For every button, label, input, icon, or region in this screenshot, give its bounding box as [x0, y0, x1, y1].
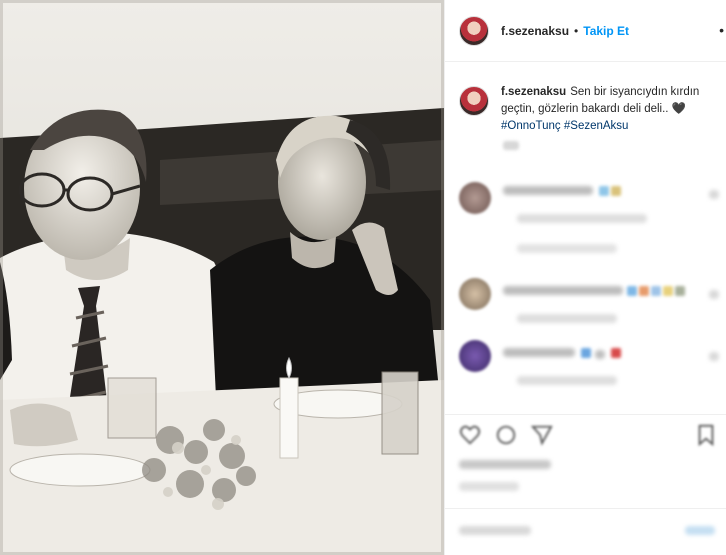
hashtag-sezenaksu[interactable]: #SezenAksu — [564, 120, 629, 132]
blurred-emoji — [599, 186, 609, 196]
comment-text-blurred — [503, 186, 593, 195]
comment-meta-blurred — [517, 314, 617, 323]
more-dots-icon[interactable]: • — [719, 22, 724, 38]
like-comment-icon[interactable] — [709, 290, 719, 299]
caption-username[interactable]: f.sezenaksu — [501, 86, 566, 98]
author-username[interactable]: f.sezenaksu — [501, 24, 569, 38]
comment-avatar[interactable] — [459, 182, 491, 214]
comment-text-blurred — [503, 286, 623, 295]
caption-text: f.sezenaksu Sen bir isyancıydın kırdın ge… — [501, 84, 712, 135]
separator-dot: • — [574, 23, 579, 38]
post-caption: f.sezenaksu Sen bir isyancıydın kırdın ge… — [445, 62, 726, 135]
instagram-post-view: f.sezenaksu • Takip Et • f.sezenaksu Sen … — [0, 0, 726, 555]
actions-divider — [445, 414, 726, 415]
comment-avatar[interactable] — [459, 340, 491, 372]
blurred-emoji — [627, 286, 637, 296]
comment-icon[interactable] — [495, 424, 517, 446]
photo-illustration — [0, 0, 444, 555]
post-date-blurred — [459, 482, 519, 491]
blurred-emoji — [675, 286, 685, 296]
post-side-panel: f.sezenaksu • Takip Et • f.sezenaksu Sen … — [444, 0, 726, 555]
follow-button[interactable]: Takip Et — [583, 24, 629, 38]
blurred-emoji — [639, 286, 649, 296]
comment-box-divider — [445, 508, 726, 509]
bookmark-icon[interactable] — [695, 424, 717, 446]
view-replies-blurred[interactable] — [517, 244, 617, 253]
caption-time-blurred — [503, 141, 519, 150]
caption-avatar[interactable] — [459, 86, 489, 116]
post-header: f.sezenaksu • Takip Et • — [445, 0, 726, 62]
blurred-emoji — [663, 286, 673, 296]
post-photo[interactable] — [0, 0, 444, 555]
comment-text-blurred — [503, 348, 575, 357]
like-icon[interactable] — [459, 424, 481, 446]
post-actions — [459, 424, 719, 450]
add-comment-input-blurred[interactable] — [459, 526, 531, 535]
like-comment-icon[interactable] — [709, 352, 719, 361]
blurred-emoji — [611, 348, 621, 358]
share-icon[interactable] — [531, 424, 553, 446]
comment-meta-blurred — [517, 214, 647, 223]
likes-count-blurred[interactable] — [459, 460, 551, 469]
like-comment-icon[interactable] — [709, 190, 719, 199]
hashtag-onnotunc[interactable]: #OnnoTunç — [501, 120, 561, 132]
blurred-emoji — [651, 286, 661, 296]
heart-emoji: 🖤 — [671, 103, 687, 115]
comment-text-blurred — [595, 350, 605, 359]
post-comment-button-blurred[interactable] — [685, 526, 715, 535]
comment-meta-blurred — [517, 376, 617, 385]
blurred-emoji — [611, 186, 621, 196]
comment-avatar[interactable] — [459, 278, 491, 310]
author-avatar[interactable] — [459, 15, 489, 46]
blurred-emoji — [581, 348, 591, 358]
